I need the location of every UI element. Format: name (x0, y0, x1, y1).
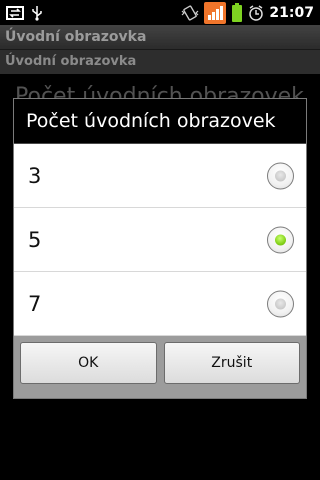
radio-button-unchecked[interactable] (267, 290, 294, 317)
clock-time: 21:07 (269, 4, 314, 21)
usb-sync-icon (6, 5, 24, 20)
radio-button-checked[interactable] (267, 226, 294, 253)
option-label: 7 (28, 291, 42, 316)
option-row-3[interactable]: 3 (14, 144, 306, 208)
status-bar: 21:07 (0, 0, 320, 25)
dialog-button-bar: OK Zrušit (14, 336, 306, 398)
option-row-7[interactable]: 7 (14, 272, 306, 336)
radio-button-unchecked[interactable] (267, 162, 294, 189)
vibrate-icon (181, 4, 199, 21)
option-label: 5 (28, 227, 42, 252)
dialog-title: Počet úvodních obrazovek (14, 99, 306, 144)
cancel-button[interactable]: Zrušit (163, 342, 300, 384)
option-row-5[interactable]: 5 (14, 208, 306, 272)
battery-icon (231, 2, 243, 23)
option-label: 3 (28, 163, 42, 188)
ok-button[interactable]: OK (20, 342, 157, 384)
signal-icon (204, 1, 227, 24)
choice-dialog: Počet úvodních obrazovek 3 5 7 OK Zrušit (13, 98, 307, 399)
alarm-icon (248, 4, 264, 21)
usb-icon (30, 5, 44, 21)
